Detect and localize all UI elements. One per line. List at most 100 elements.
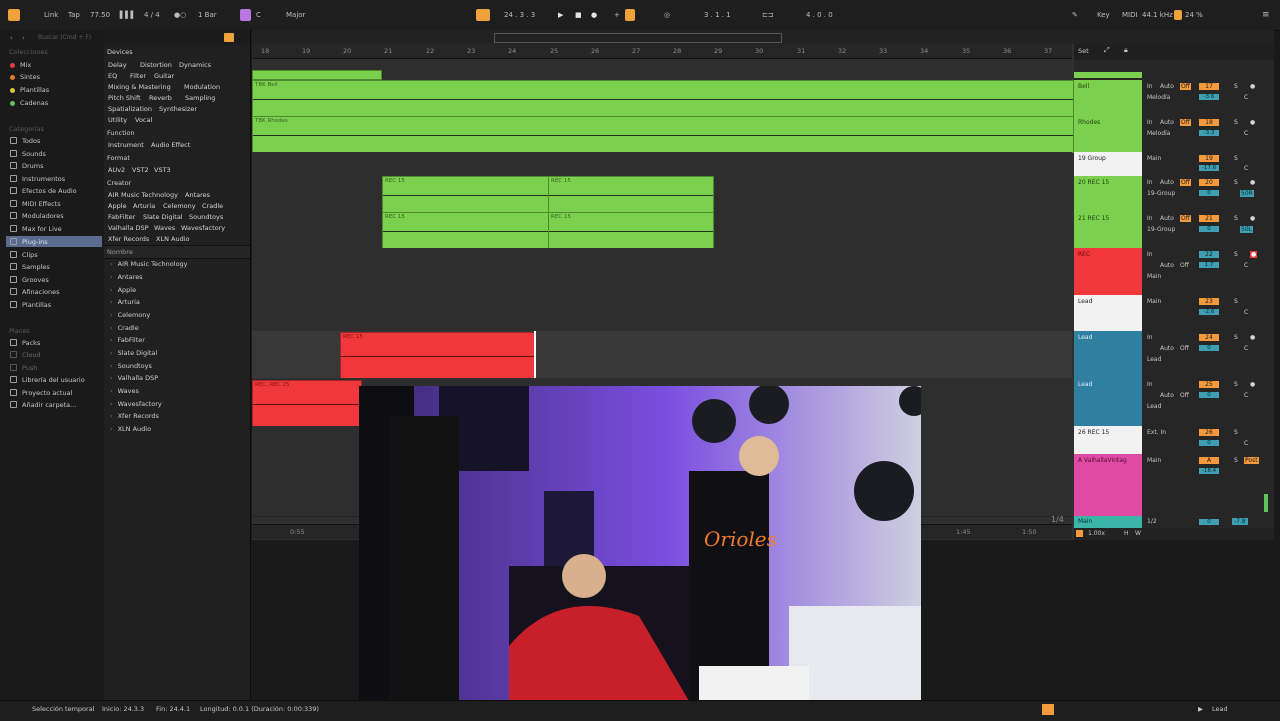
input-label[interactable]: In (1147, 83, 1153, 90)
output-route[interactable]: Main (1147, 273, 1161, 280)
output-route[interactable]: Main (1147, 457, 1161, 464)
track-number[interactable]: 22 (1199, 251, 1219, 258)
name-column-header[interactable]: Nombre (104, 245, 250, 259)
solo-button[interactable]: S (1234, 334, 1238, 341)
output-route[interactable]: 19-Group (1147, 226, 1175, 233)
w-button[interactable]: W (1135, 530, 1141, 537)
arm-icon[interactable]: ● (1250, 334, 1255, 341)
track-21-rec-15[interactable]: 21 REC 15 In Auto Off 19-Group 21 0 S 50… (1074, 212, 1274, 249)
track-number[interactable]: 25 (1199, 381, 1219, 388)
solo-button[interactable]: S (1234, 251, 1238, 258)
lane-bell[interactable]: TBK Bell (252, 80, 1074, 117)
tap-button[interactable]: Tap (68, 10, 80, 21)
track-lead-3[interactable]: Lead In Auto Off Lead 25 0 S C ● (1074, 378, 1274, 427)
vendor-item[interactable]: Valhalla DSP (110, 374, 159, 382)
category-audio-effects[interactable]: Efectos de Audio (10, 187, 77, 195)
clip-bell[interactable]: TBK Bell (252, 80, 1074, 117)
overview-viewport[interactable] (494, 33, 782, 43)
monitor-auto[interactable]: Auto (1160, 179, 1174, 186)
monitor-off[interactable]: Off (1180, 179, 1191, 186)
tag-valhalla[interactable]: Valhalla DSP (108, 224, 149, 232)
output-route[interactable]: Melodía (1147, 130, 1170, 137)
category-grooves[interactable]: Grooves (10, 276, 49, 284)
vendor-item[interactable]: Xfer Records (110, 412, 159, 420)
tag-utility[interactable]: Utility (108, 116, 127, 124)
forward-icon[interactable]: › (22, 34, 25, 42)
category-samples[interactable]: Samples (10, 263, 50, 271)
clip-rec-15[interactable]: REC 15 (548, 212, 714, 249)
tag-distortion[interactable]: Distortion (140, 61, 172, 69)
main-pan[interactable]: -7.8 (1232, 518, 1248, 525)
metronome-icon[interactable]: ▐▐▐ (117, 10, 133, 21)
track-number[interactable]: A (1199, 457, 1219, 464)
monitor-off[interactable]: Off (1180, 392, 1189, 399)
clip-rec-25[interactable]: REC, REC 25 (252, 380, 362, 427)
category-max-for-live[interactable]: Max for Live (10, 225, 62, 233)
tag-instrument[interactable]: Instrument (108, 141, 144, 149)
arm-icon[interactable]: ● (1250, 251, 1258, 258)
tag-slate-digital[interactable]: Slate Digital (143, 213, 183, 221)
lock-icon[interactable]: 🔒︎ (1124, 46, 1128, 55)
category-plug-ins[interactable]: Plug-ins (10, 238, 48, 246)
song-position[interactable]: 24 . 3 . 3 (504, 10, 535, 21)
tag-eq[interactable]: EQ (108, 72, 117, 80)
place-current-project[interactable]: Proyecto actual (10, 389, 72, 397)
record-icon[interactable]: ● (591, 10, 597, 21)
tag-filter[interactable]: Filter (130, 72, 146, 80)
input-route[interactable]: Ext. In (1147, 429, 1166, 436)
loop-start[interactable]: 3 . 1 . 1 (704, 10, 731, 21)
track-number[interactable]: 23 (1199, 298, 1219, 305)
collection-sintes[interactable]: Sintes (10, 73, 40, 81)
track-name-main[interactable]: Main (1074, 516, 1142, 528)
track-26-rec-15[interactable]: 26 REC 15 Ext. In 26 0 S C (1074, 426, 1274, 455)
output-route[interactable]: Melodía (1147, 94, 1170, 101)
input-label[interactable]: In (1147, 334, 1153, 341)
volume-field[interactable]: 0 (1199, 226, 1219, 232)
collection-cadenas[interactable]: Cadenas (10, 99, 48, 107)
vendor-item[interactable]: Apple (110, 286, 137, 294)
vendor-item[interactable]: Antares (110, 273, 143, 281)
tag-vst2[interactable]: VST2 (132, 166, 149, 174)
vendor-item[interactable]: Celemony (110, 311, 151, 319)
output-route[interactable]: Main (1147, 155, 1161, 162)
lane-lead-1[interactable] (252, 295, 1072, 332)
volume-field[interactable]: 0 (1199, 190, 1219, 196)
track-header[interactable] (1074, 60, 1274, 81)
monitor-off[interactable]: Off (1180, 345, 1189, 352)
track-name-group[interactable]: 19 Group (1074, 152, 1142, 176)
lane-group[interactable] (252, 152, 1072, 177)
output-route[interactable]: Lead (1147, 356, 1161, 363)
solo-button[interactable]: S (1234, 429, 1238, 436)
pan-field[interactable]: 50L (1240, 226, 1253, 233)
pan-field[interactable]: C (1244, 345, 1248, 352)
arm-icon[interactable]: ● (1250, 381, 1255, 388)
solo-button[interactable]: S (1234, 119, 1238, 126)
search-input[interactable]: Buscar (Cmd + F) (38, 34, 91, 41)
track-return-a[interactable]: A ValhallaVintag Main A -18.4 S Post (1074, 454, 1274, 517)
h-button[interactable]: H (1124, 530, 1129, 537)
monitor-auto[interactable]: Auto (1160, 392, 1174, 399)
lane[interactable] (252, 60, 1072, 81)
main-volume[interactable]: 0 (1199, 519, 1219, 525)
clip-rec-15[interactable]: REC 15 (548, 176, 714, 213)
track-19-group[interactable]: 19 Group Main 19 -17.6 S C (1074, 152, 1274, 177)
overdub-icon[interactable]: + (614, 10, 620, 21)
pan-field[interactable]: 50R (1240, 190, 1254, 197)
lane-lead-2[interactable]: REC 15 (252, 331, 1072, 379)
volume-field[interactable]: 1.7 (1199, 262, 1219, 268)
playhead-cursor[interactable] (534, 331, 536, 378)
pan-field[interactable]: C (1244, 94, 1248, 101)
tag-sampling[interactable]: Sampling (185, 94, 215, 102)
link-button[interactable]: Link (44, 10, 58, 21)
track-name-return-a[interactable]: A ValhallaVintag (1074, 454, 1142, 516)
tag-pitch-shift[interactable]: Pitch Shift (108, 94, 141, 102)
category-clips[interactable]: Clips (10, 251, 38, 259)
monitor-auto[interactable]: Auto (1160, 119, 1174, 126)
lane-rec-20[interactable]: REC 15 REC 15 (252, 176, 1072, 213)
back-icon[interactable]: ‹ (10, 34, 13, 42)
track-name-lead[interactable]: Lead (1074, 378, 1142, 426)
solo-button[interactable]: S (1234, 381, 1238, 388)
track-number[interactable]: 26 (1199, 429, 1219, 436)
monitor-auto[interactable]: Auto (1160, 215, 1174, 222)
tempo-field[interactable]: 77.50 (90, 10, 110, 21)
